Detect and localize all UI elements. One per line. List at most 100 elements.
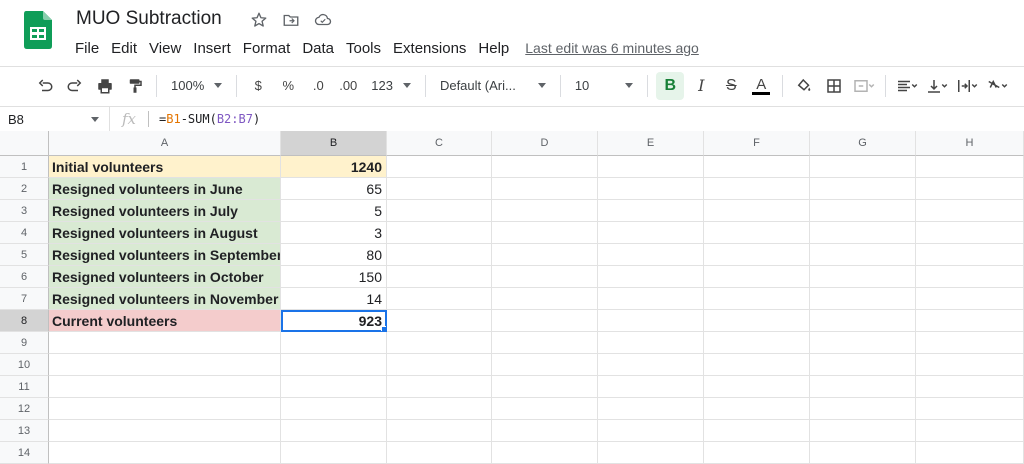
cell-e12[interactable] <box>598 398 704 420</box>
cell-e8[interactable] <box>598 310 704 332</box>
cell-f9[interactable] <box>704 332 810 354</box>
cell-a2[interactable]: Resigned volunteers in June <box>49 178 281 200</box>
cell-f6[interactable] <box>704 266 810 288</box>
cell-g14[interactable] <box>810 442 916 464</box>
cell-e10[interactable] <box>598 354 704 376</box>
column-header-c[interactable]: C <box>387 131 492 156</box>
cell-b13[interactable] <box>281 420 387 442</box>
cell-a8[interactable]: Current volunteers <box>49 310 281 332</box>
cell-a5[interactable]: Resigned volunteers in September <box>49 244 281 266</box>
row-header[interactable]: 4 <box>0 222 49 244</box>
cell-e6[interactable] <box>598 266 704 288</box>
last-edit-link[interactable]: Last edit was 6 minutes ago <box>525 40 699 56</box>
cell-f14[interactable] <box>704 442 810 464</box>
cell-g1[interactable] <box>810 156 916 178</box>
column-header-f[interactable]: F <box>704 131 810 156</box>
row-header[interactable]: 3 <box>0 200 49 222</box>
cell-f11[interactable] <box>704 376 810 398</box>
row-header[interactable]: 8 <box>0 310 49 332</box>
cell-h11[interactable] <box>916 376 1024 398</box>
cell-f3[interactable] <box>704 200 810 222</box>
cell-e3[interactable] <box>598 200 704 222</box>
cell-b1[interactable]: 1240 <box>281 156 387 178</box>
cell-c14[interactable] <box>387 442 492 464</box>
cell-g13[interactable] <box>810 420 916 442</box>
cell-c10[interactable] <box>387 354 492 376</box>
select-all-corner[interactable] <box>0 131 49 156</box>
cell-a7[interactable]: Resigned volunteers in November <box>49 288 281 310</box>
row-header[interactable]: 1 <box>0 156 49 178</box>
column-header-d[interactable]: D <box>492 131 598 156</box>
cell-a10[interactable] <box>49 354 281 376</box>
cell-c6[interactable] <box>387 266 492 288</box>
row-header[interactable]: 5 <box>0 244 49 266</box>
cell-e14[interactable] <box>598 442 704 464</box>
cell-g12[interactable] <box>810 398 916 420</box>
cell-d10[interactable] <box>492 354 598 376</box>
cell-c7[interactable] <box>387 288 492 310</box>
cell-a3[interactable]: Resigned volunteers in July <box>49 200 281 222</box>
sheets-logo-icon[interactable] <box>24 11 52 49</box>
cell-d4[interactable] <box>492 222 598 244</box>
cell-h6[interactable] <box>916 266 1024 288</box>
cell-a9[interactable] <box>49 332 281 354</box>
row-header[interactable]: 10 <box>0 354 49 376</box>
cell-c12[interactable] <box>387 398 492 420</box>
print-icon[interactable] <box>92 72 118 100</box>
vertical-align-icon[interactable] <box>924 72 950 100</box>
cell-e7[interactable] <box>598 288 704 310</box>
strikethrough-button[interactable]: S <box>718 72 744 100</box>
cell-c5[interactable] <box>387 244 492 266</box>
cell-g9[interactable] <box>810 332 916 354</box>
menu-extensions[interactable]: Extensions <box>387 40 472 57</box>
cell-f13[interactable] <box>704 420 810 442</box>
cell-f4[interactable] <box>704 222 810 244</box>
cell-e4[interactable] <box>598 222 704 244</box>
row-header[interactable]: 12 <box>0 398 49 420</box>
row-header[interactable]: 14 <box>0 442 49 464</box>
increase-decimal-button[interactable]: .00 <box>335 72 361 100</box>
cell-d2[interactable] <box>492 178 598 200</box>
merge-cells-icon[interactable] <box>851 72 877 100</box>
undo-icon[interactable] <box>32 72 58 100</box>
cell-c13[interactable] <box>387 420 492 442</box>
formula-input[interactable]: =B1-SUM(B2:B7) <box>159 112 260 126</box>
cell-h5[interactable] <box>916 244 1024 266</box>
row-header[interactable]: 13 <box>0 420 49 442</box>
cell-f5[interactable] <box>704 244 810 266</box>
menu-edit[interactable]: Edit <box>105 40 143 57</box>
cell-a13[interactable] <box>49 420 281 442</box>
cell-e13[interactable] <box>598 420 704 442</box>
cell-h14[interactable] <box>916 442 1024 464</box>
cell-d6[interactable] <box>492 266 598 288</box>
cell-d5[interactable] <box>492 244 598 266</box>
cell-h4[interactable] <box>916 222 1024 244</box>
cell-g4[interactable] <box>810 222 916 244</box>
column-header-e[interactable]: E <box>598 131 704 156</box>
percent-format-button[interactable]: % <box>275 72 301 100</box>
cell-c8[interactable] <box>387 310 492 332</box>
cell-b11[interactable] <box>281 376 387 398</box>
cell-c9[interactable] <box>387 332 492 354</box>
menu-format[interactable]: Format <box>237 40 297 57</box>
cell-d11[interactable] <box>492 376 598 398</box>
cell-g11[interactable] <box>810 376 916 398</box>
menu-tools[interactable]: Tools <box>340 40 387 57</box>
cell-f10[interactable] <box>704 354 810 376</box>
fill-color-icon[interactable] <box>791 72 817 100</box>
bold-button[interactable]: B <box>656 71 685 100</box>
document-title[interactable]: MUO Subtraction <box>76 8 222 30</box>
cell-a14[interactable] <box>49 442 281 464</box>
column-header-g[interactable]: G <box>810 131 916 156</box>
cell-b12[interactable] <box>281 398 387 420</box>
cell-d1[interactable] <box>492 156 598 178</box>
cell-b2[interactable]: 65 <box>281 178 387 200</box>
cell-g6[interactable] <box>810 266 916 288</box>
menu-data[interactable]: Data <box>296 40 340 57</box>
row-header[interactable]: 2 <box>0 178 49 200</box>
cell-f7[interactable] <box>704 288 810 310</box>
cell-b6[interactable]: 150 <box>281 266 387 288</box>
column-header-a[interactable]: A <box>49 131 281 156</box>
menu-view[interactable]: View <box>143 40 187 57</box>
cell-a4[interactable]: Resigned volunteers in August <box>49 222 281 244</box>
